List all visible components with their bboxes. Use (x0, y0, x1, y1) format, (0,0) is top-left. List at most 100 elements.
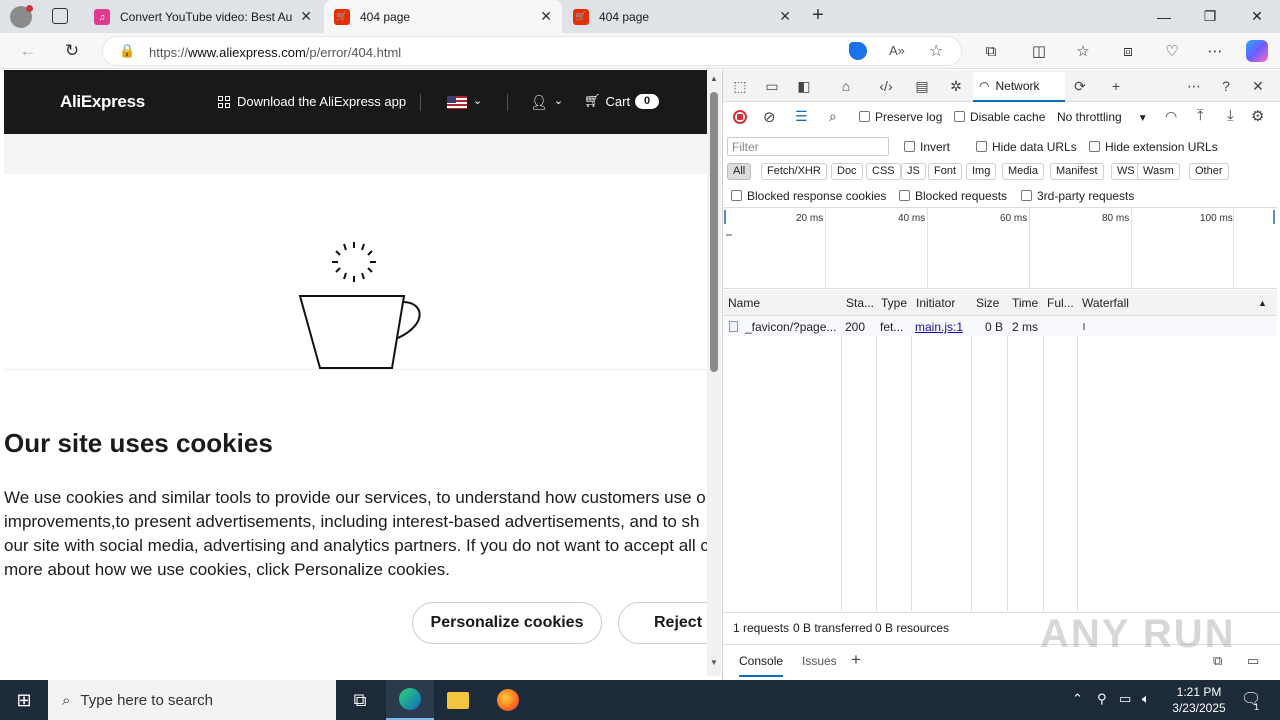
export-har-icon[interactable]: ⤓ (1227, 107, 1234, 124)
network-overview-timeline[interactable]: 20 ms 40 ms 60 ms 80 ms 100 ms (724, 207, 1277, 289)
firefox-icon[interactable] (484, 680, 532, 720)
device-emulation-icon[interactable]: ▭ (761, 76, 783, 96)
account-icon[interactable]: 👤︎ (530, 94, 548, 111)
timeline-left-handle[interactable] (724, 210, 726, 224)
blocked-response-cookies-checkbox[interactable]: Blocked response cookies (731, 189, 886, 203)
minimize-button[interactable]: — (1141, 0, 1187, 33)
request-initiator-link[interactable]: main.js:1 (915, 320, 963, 334)
download-app-link[interactable]: Download the AliExpress app (218, 94, 406, 109)
import-har-icon[interactable]: ⤒ (1197, 107, 1204, 124)
column-header-type[interactable]: Type (881, 296, 907, 310)
tab-404-page-active[interactable]: 🛒 404 page ✕ (324, 0, 562, 33)
column-header-fulfilled[interactable]: Ful... (1047, 296, 1074, 310)
favorite-star-icon[interactable]: ☆ (929, 41, 943, 61)
timeline-right-handle[interactable] (1273, 210, 1275, 224)
browser-essentials-icon[interactable]: ♡ (1161, 40, 1183, 62)
filter-chip-css[interactable]: CSS (866, 163, 901, 180)
copilot-icon[interactable] (1246, 40, 1268, 62)
disable-cache-checkbox[interactable]: Disable cache (954, 110, 1045, 124)
tab-close-icon[interactable]: ✕ (540, 8, 552, 25)
cart-link[interactable]: 🛒︎ Cart 0 (584, 93, 660, 109)
drawer-tab-console[interactable]: Console (739, 654, 784, 677)
customize-more-icon[interactable]: ⋯ (1183, 76, 1205, 96)
scrollbar-thumb[interactable] (710, 92, 718, 372)
column-header-name[interactable]: Name (728, 296, 760, 310)
elements-code-icon[interactable]: ‹/› (875, 76, 897, 96)
blocked-requests-checkbox[interactable]: Blocked requests (899, 189, 1007, 203)
record-stop-icon[interactable] (733, 110, 747, 124)
tray-network-icon[interactable]: ⚲ (1097, 691, 1107, 707)
us-flag-icon[interactable] (447, 96, 467, 109)
filter-chip-other[interactable]: Other (1189, 163, 1229, 180)
drawer-close-icon[interactable]: ▭ (1247, 653, 1259, 669)
filter-input[interactable]: Filter (727, 137, 889, 156)
filter-chip-manifest[interactable]: Manifest (1050, 163, 1104, 180)
windows-start-icon[interactable]: ⊞ (0, 680, 48, 720)
invert-checkbox[interactable]: Invert (904, 140, 950, 154)
new-tab-button[interactable]: + (806, 4, 830, 28)
filter-chip-font[interactable]: Font (928, 163, 963, 180)
performance-icon[interactable]: ⟳ (1069, 76, 1091, 96)
tab-close-icon[interactable]: ✕ (779, 8, 791, 25)
tray-connection-icon[interactable]: ▭ (1119, 691, 1131, 707)
refresh-icon[interactable]: ↻ (58, 37, 86, 65)
page-scrollbar[interactable]: ▲ ▼ (707, 70, 721, 676)
column-header-time[interactable]: Time (1012, 296, 1038, 310)
collections-icon[interactable]: ⧈ (1117, 40, 1139, 62)
scroll-down-arrow-icon[interactable]: ▼ (710, 658, 718, 667)
file-explorer-icon[interactable] (434, 680, 482, 720)
lock-icon[interactable]: 🔒 (119, 43, 135, 59)
tray-volume-icon[interactable]: 🔈︎ (1142, 691, 1150, 707)
chevron-down-icon[interactable]: ⌄ (554, 94, 563, 107)
filter-chip-doc[interactable]: Doc (831, 163, 863, 180)
personalize-cookies-button[interactable]: Personalize cookies (412, 602, 602, 644)
tab-youtube-converter[interactable]: ♫ Convert YouTube video: Best Au ✕ (84, 0, 322, 33)
filter-chip-media[interactable]: Media (1002, 163, 1044, 180)
task-view-icon[interactable]: ⧉ (336, 680, 384, 720)
network-settings-gear-icon[interactable]: ⚙ (1251, 107, 1264, 125)
favorites-icon[interactable]: ☆ (1072, 40, 1094, 62)
settings-more-icon[interactable]: ⋯ (1204, 40, 1226, 62)
close-devtools-icon[interactable]: ✕ (1247, 76, 1269, 96)
drawer-add-tab-icon[interactable]: + (851, 650, 861, 670)
taskbar-search-box[interactable]: ⌕ Type here to search (48, 680, 336, 720)
dock-side-icon[interactable]: ◧ (793, 76, 815, 96)
inspect-element-icon[interactable]: ⬚ (729, 76, 751, 96)
split-screen-icon[interactable]: ◫ (1028, 40, 1050, 62)
tab-actions-icon[interactable] (52, 8, 68, 24)
help-icon[interactable]: ? (1215, 76, 1237, 96)
column-header-initiator[interactable]: Initiator (916, 296, 955, 310)
column-header-size[interactable]: Size (976, 296, 999, 310)
welcome-home-icon[interactable]: ⌂ (835, 76, 857, 96)
back-arrow-icon[interactable]: ← (14, 37, 42, 65)
scroll-up-arrow-icon[interactable]: ▲ (710, 74, 718, 83)
third-party-requests-checkbox[interactable]: 3rd-party requests (1021, 189, 1134, 203)
request-name[interactable]: _favicon/?page... (745, 320, 839, 334)
filter-chip-fetch-xhr[interactable]: Fetch/XHR (761, 163, 827, 180)
tab-network[interactable]: ◠ Network (973, 72, 1065, 102)
throttling-select[interactable]: No throttling ▼ (1057, 110, 1148, 124)
tray-chevron-up-icon[interactable]: ⌃ (1072, 691, 1083, 707)
network-conditions-icon[interactable]: ◠ (1165, 108, 1177, 125)
url-text[interactable]: https://www.aliexpress.com/p/error/404.h… (149, 45, 401, 60)
preserve-log-checkbox[interactable]: Preserve log (859, 110, 942, 124)
filter-icon[interactable]: ☰ (795, 108, 808, 125)
chevron-down-icon[interactable]: ⌄ (473, 94, 482, 107)
more-tools-plus-icon[interactable]: + (1105, 76, 1127, 96)
tab-404-page[interactable]: 🛒 404 page ✕ (563, 0, 801, 33)
drawer-tab-issues[interactable]: Issues (802, 654, 837, 668)
address-bar[interactable]: 🔒 https://www.aliexpress.com/p/error/404… (102, 36, 962, 66)
hide-extension-urls-checkbox[interactable]: Hide extension URLs (1089, 140, 1218, 154)
filter-chip-all[interactable]: All (727, 163, 752, 180)
filter-chip-js[interactable]: JS (901, 163, 926, 180)
read-aloud-icon[interactable]: A» (889, 43, 905, 58)
column-header-status[interactable]: Sta... (846, 296, 874, 310)
sources-bug-icon[interactable]: ✲ (945, 76, 967, 96)
taskbar-clock[interactable]: 1:21 PM 3/23/2025 (1160, 684, 1238, 716)
console-icon[interactable]: ▤ (911, 76, 933, 96)
sort-up-icon[interactable]: ▲ (1258, 298, 1267, 308)
search-icon[interactable]: ⌕ (829, 108, 837, 125)
reject-cookies-button[interactable]: Reject a (618, 602, 707, 644)
hide-data-urls-checkbox[interactable]: Hide data URLs (976, 140, 1077, 154)
filter-chip-wasm[interactable]: Wasm (1137, 163, 1180, 180)
